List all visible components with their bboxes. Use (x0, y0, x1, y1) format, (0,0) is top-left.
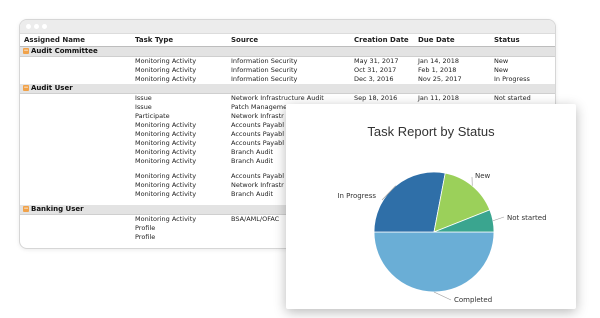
column-header[interactable]: Assigned Name (24, 36, 85, 44)
table-cell: Profile (135, 233, 156, 241)
table-cell: Monitoring Activity (135, 57, 197, 65)
table-cell: Monitoring Activity (135, 148, 197, 156)
table-cell: Monitoring Activity (135, 66, 197, 74)
table-cell: Accounts Payabl (231, 139, 285, 147)
table-cell: Monitoring Activity (135, 190, 197, 198)
table-cell: Dec 3, 2016 (354, 75, 394, 83)
pie-slice-in-progress[interactable] (373, 171, 446, 233)
table-cell: Monitoring Activity (135, 130, 197, 138)
group-row[interactable]: − Audit Committee (20, 47, 555, 57)
window-dot (34, 24, 39, 29)
table-cell: Network Infrastr (231, 112, 284, 120)
table-row[interactable]: Issue Network Infrastructure Audit Sep 18,… (20, 94, 555, 103)
table-cell: Sep 18, 2016 (354, 94, 398, 102)
table-cell: Information Security (231, 57, 298, 65)
column-header[interactable]: Task Type (135, 36, 173, 44)
slice-label: Completed (454, 296, 492, 304)
group-name: Banking User (31, 205, 84, 213)
table-cell: Branch Audit (231, 148, 274, 156)
table-cell: Participate (135, 112, 170, 120)
column-header[interactable]: Due Date (418, 36, 455, 44)
table-cell: Monitoring Activity (135, 181, 197, 189)
table-cell: Issue (135, 103, 152, 111)
table-cell: Information Security (231, 66, 298, 74)
column-header[interactable]: Status (494, 36, 520, 44)
table-cell: Monitoring Activity (135, 157, 197, 165)
column-header[interactable]: Source (231, 36, 258, 44)
table-cell: Monitoring Activity (135, 75, 197, 83)
table-cell: Jan 14, 2018 (418, 57, 460, 65)
collapse-toggle-icon[interactable]: − (23, 48, 29, 54)
collapse-toggle-icon[interactable]: − (23, 206, 29, 212)
table-cell: Monitoring Activity (135, 215, 197, 223)
table-cell: Oct 31, 2017 (354, 66, 397, 74)
table-row[interactable]: Monitoring Activity Information Security D… (20, 75, 555, 84)
table-cell: Not started (494, 94, 531, 102)
table-cell: New (494, 57, 509, 65)
table-cell: Monitoring Activity (135, 139, 197, 147)
table-cell: BSA/AML/OFAC (231, 215, 280, 223)
slice-label: In Progress (337, 192, 376, 200)
table-cell: Jan 11, 2018 (418, 94, 460, 102)
group-name: Audit User (31, 84, 73, 92)
table-cell: Information Security (231, 75, 298, 83)
table-cell: Nov 25, 2017 (418, 75, 462, 83)
collapse-toggle-icon[interactable]: − (23, 85, 29, 91)
chart-title: Task Report by Status (367, 124, 495, 139)
table-cell: In Progress (494, 75, 530, 83)
table-cell: Network Infrastr (231, 181, 284, 189)
table-header: Assigned Name Task Type Source Creation … (20, 34, 555, 47)
table-cell: Monitoring Activity (135, 172, 197, 180)
table-cell: Accounts Payabl (231, 130, 285, 138)
slice-label: Not started (507, 214, 547, 222)
table-cell: Accounts Payabl (231, 121, 285, 129)
window-dot (26, 24, 31, 29)
column-header[interactable]: Creation Date (354, 36, 409, 44)
table-cell: Branch Audit (231, 190, 274, 198)
window-dot (42, 24, 47, 29)
chart-panel: Completed In Progress New Not started Task … (286, 104, 576, 309)
table-cell: Accounts Payabl (231, 172, 285, 180)
table-cell: Profile (135, 224, 156, 232)
table-cell: Feb 1, 2018 (418, 66, 457, 74)
table-cell: New (494, 66, 509, 74)
window-titlebar (20, 20, 555, 34)
table-cell: Patch Management (231, 103, 294, 111)
slice-leader-line (492, 216, 505, 222)
table-row[interactable]: Monitoring Activity Information Security O… (20, 66, 555, 75)
slice-label: New (475, 172, 491, 180)
table-cell: Network Infrastructure Audit (231, 94, 324, 102)
group-row[interactable]: − Audit User (20, 84, 555, 94)
slice-leader-line (433, 291, 452, 301)
table-cell: Issue (135, 94, 152, 102)
pie-slice-completed[interactable] (373, 231, 495, 293)
table-cell: Branch Audit (231, 157, 274, 165)
table-row[interactable]: Monitoring Activity Information Security M… (20, 57, 555, 66)
table-cell: May 31, 2017 (354, 57, 399, 65)
table-cell: Monitoring Activity (135, 121, 197, 129)
group-name: Audit Committee (31, 47, 98, 55)
